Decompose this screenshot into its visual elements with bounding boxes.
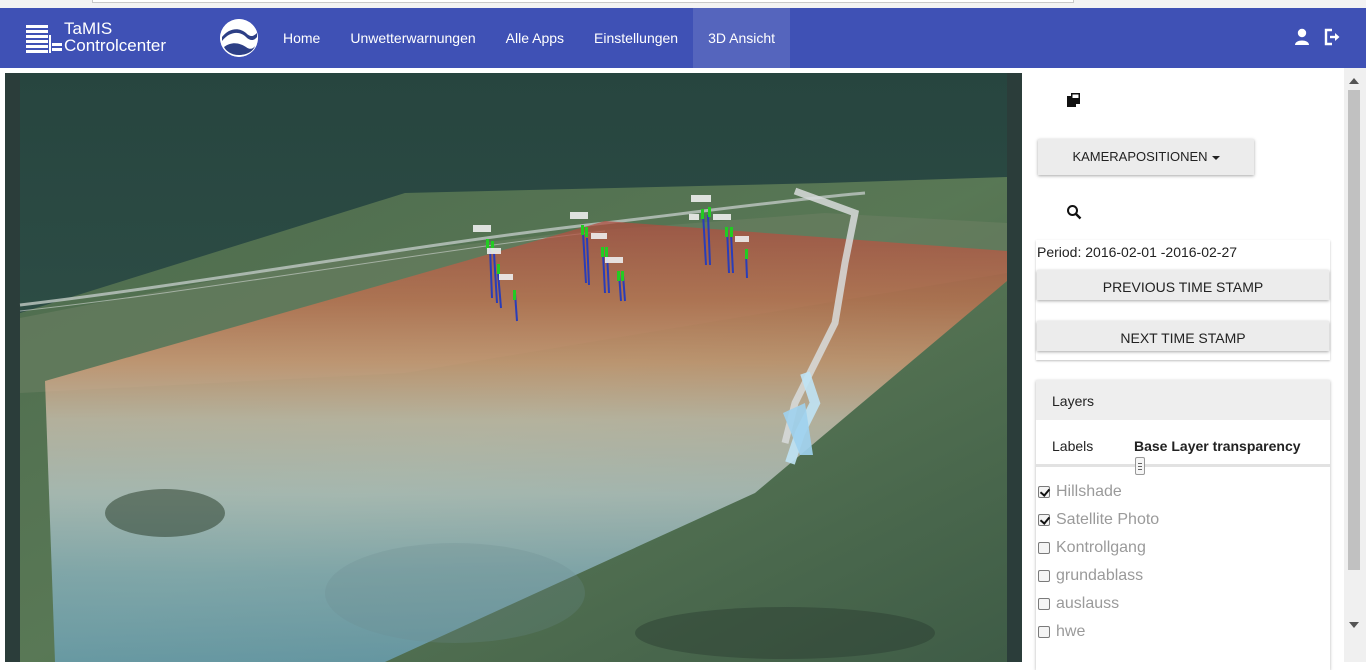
layer-label: auslauss (1056, 595, 1120, 612)
previous-time-stamp-button[interactable]: PREVIOUS TIME STAMP (1037, 270, 1329, 300)
layer-item-auslauss[interactable]: auslauss (1036, 590, 1330, 618)
main-nav: Home Unwetterwarnungen Alle Apps Einstel… (268, 8, 791, 68)
tab-base-layer-transparency[interactable]: Base Layer transparency (1134, 438, 1301, 454)
search-icon[interactable] (1066, 204, 1082, 220)
navbar: TaMIS Controlcenter Home Unwetterwarnung… (0, 8, 1366, 68)
layer-item-kontrollgang[interactable]: Kontrollgang (1036, 534, 1330, 562)
layer-label: grundablass (1056, 567, 1144, 584)
transparency-slider-handle[interactable] (1135, 457, 1145, 475)
address-bar-edge (92, 0, 1074, 3)
layer-checkbox[interactable] (1038, 570, 1050, 582)
nav-unwetterwarnungen[interactable]: Unwetterwarnungen (335, 8, 490, 68)
logout-icon[interactable] (1324, 28, 1342, 46)
nav-right (1294, 28, 1342, 46)
transparency-slider-track[interactable] (1036, 464, 1330, 467)
layers-tabs: Labels Base Layer transparency (1036, 420, 1330, 464)
sidebar: KAMERAPOSITIONEN Period: 2016-02-01 -201… (1022, 68, 1344, 670)
layer-label: Hillshade (1056, 483, 1122, 500)
user-icon[interactable] (1294, 28, 1310, 46)
caret-down-icon (1211, 155, 1220, 160)
layer-checkbox[interactable] (1038, 626, 1050, 638)
period-panel: Period: 2016-02-01 -2016-02-27 PREVIOUS … (1036, 240, 1330, 360)
nav-alle-apps[interactable]: Alle Apps (491, 8, 579, 68)
layer-label: Kontrollgang (1056, 539, 1146, 556)
nav-einstellungen[interactable]: Einstellungen (579, 8, 693, 68)
next-time-stamp-button[interactable]: NEXT TIME STAMP (1037, 321, 1329, 351)
scroll-up-icon[interactable] (1349, 78, 1359, 84)
layer-checkbox[interactable] (1038, 514, 1050, 526)
sidebar-scrollbar[interactable] (1344, 68, 1366, 662)
kamerapositionen-label: KAMERAPOSITIONEN (1072, 149, 1208, 164)
layer-label: hwe (1056, 623, 1086, 640)
tab-labels[interactable]: Labels (1052, 438, 1093, 454)
period-text: Period: 2016-02-01 -2016-02-27 (1037, 244, 1238, 260)
brand-line2: Controlcenter (64, 36, 167, 55)
layer-item-grundablass[interactable]: grundablass (1036, 562, 1330, 590)
layer-item-hwe[interactable]: hwe (1036, 618, 1330, 646)
layer-checkbox[interactable] (1038, 598, 1050, 610)
layer-checkbox[interactable] (1038, 486, 1050, 498)
layer-item-satellite-photo[interactable]: Satellite Photo (1036, 506, 1330, 534)
layers-panel: Layers Labels Base Layer transparency Hi… (1036, 380, 1330, 670)
nav-3d-ansicht[interactable]: 3D Ansicht (693, 8, 791, 68)
3d-map-viewport[interactable] (5, 73, 1022, 662)
scroll-down-icon[interactable] (1349, 622, 1359, 628)
layers-title: Layers (1036, 380, 1330, 420)
layer-item-hillshade[interactable]: Hillshade (1036, 478, 1330, 506)
scrollbar-thumb[interactable] (1348, 90, 1360, 570)
brand-text: TaMIS Controlcenter (64, 20, 166, 54)
tamis-logo-icon (26, 21, 62, 53)
layer-checkbox[interactable] (1038, 542, 1050, 554)
browser-top-strip (0, 0, 1366, 8)
layer-list: Hillshade Satellite Photo Kontrollgang g… (1036, 478, 1330, 646)
copy-icon[interactable] (1066, 92, 1082, 108)
brand[interactable]: TaMIS Controlcenter (26, 20, 166, 54)
layer-label: Satellite Photo (1056, 511, 1160, 528)
globe-logo-icon (220, 19, 258, 57)
brand-line1: TaMIS (64, 19, 113, 38)
nav-home[interactable]: Home (268, 8, 335, 68)
kamerapositionen-dropdown-button[interactable]: KAMERAPOSITIONEN (1038, 139, 1254, 175)
